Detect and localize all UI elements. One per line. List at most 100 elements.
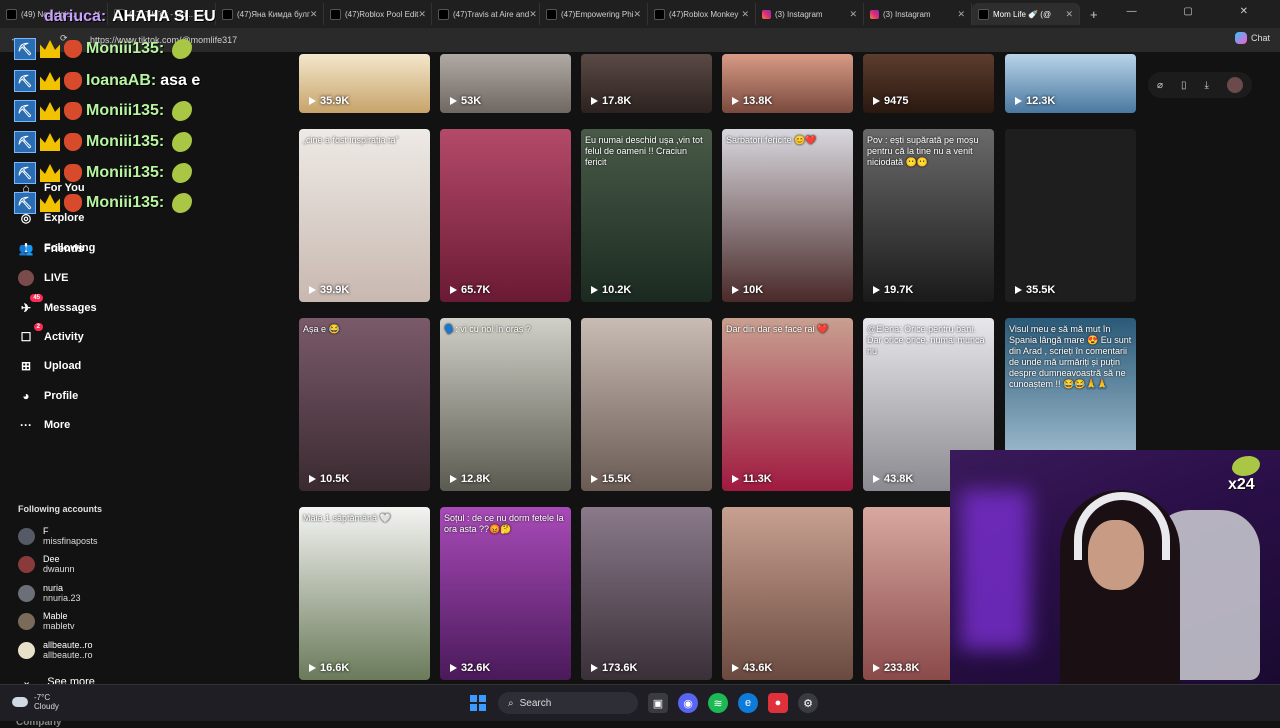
following-account[interactable]: Dee dwaunn — [18, 554, 75, 574]
view-count: 13.8K — [732, 95, 772, 107]
video-card[interactable]: 35.9K — [299, 54, 430, 113]
notification-badge: 2 — [33, 323, 43, 331]
discord-icon[interactable]: ◉ — [678, 693, 698, 713]
video-card[interactable]: Sarbatori fericite 😊❤️ 10K — [722, 129, 853, 302]
video-card[interactable]: 43.6K — [722, 507, 853, 680]
play-icon — [873, 97, 880, 105]
bug-badge-icon — [64, 72, 82, 90]
task-view-icon[interactable]: ▣ — [648, 693, 668, 713]
video-card[interactable]: Soțul : de ce nu dorm fetele la ora asta… — [440, 507, 571, 680]
video-caption: Soțul : de ce nu dorm fetele la ora asta… — [444, 513, 564, 534]
taskbar-search[interactable]: ⌕ Search — [498, 692, 638, 714]
video-card[interactable]: 13.8K — [722, 54, 853, 113]
spotify-icon[interactable]: ≋ — [708, 693, 728, 713]
browser-tab[interactable]: (3) Instagram ✕ — [756, 3, 864, 25]
video-card[interactable]: 65.7K — [440, 129, 571, 302]
browser-tab[interactable]: (47)Travis at Aire and ✕ — [432, 3, 540, 25]
browser-tab[interactable]: (3) Instagram ✕ — [864, 3, 972, 25]
windows-taskbar: -7°C Cloudy ⌕ Search ▣ ◉ ≋ e ● ⚙ — [0, 684, 1280, 721]
video-caption: Dar din dar se face rai ❤️ — [726, 324, 829, 334]
close-icon[interactable]: ✕ — [633, 9, 641, 20]
video-card[interactable]: 9475 — [863, 54, 994, 113]
instagram-icon — [870, 9, 879, 19]
browser-tab[interactable]: Mom Life 🍼 (@ ✕ — [972, 3, 1080, 25]
download-icon[interactable]: ⤓ — [1205, 80, 1209, 91]
following-account[interactable]: Mable mabletv — [18, 611, 75, 631]
video-card[interactable]: „cine a fost inspirația ta" 39.9K — [299, 129, 430, 302]
video-card[interactable]: 173.6K — [581, 507, 712, 680]
windows-start-icon[interactable] — [468, 693, 488, 713]
avatar — [18, 612, 35, 630]
video-card[interactable]: 53K — [440, 54, 571, 113]
sidebar-item-upload[interactable]: ⊞ Upload — [18, 358, 81, 374]
close-icon[interactable]: ✕ — [529, 9, 537, 20]
video-card[interactable]: Așa e 😂 10.5K — [299, 318, 430, 491]
video-card[interactable]: 🗣️: vi cu noi în oraș ? 12.8K — [440, 318, 571, 491]
view-count: 43.6K — [732, 662, 772, 674]
browser-tab[interactable]: (47)Roblox Monkey ✕ — [648, 3, 756, 25]
browser-tab[interactable]: (47)Roblox Pool Edit ✕ — [324, 3, 432, 25]
sidebar-item-profile[interactable]: ◕ Profile — [18, 388, 78, 404]
sidebar-item-friends[interactable]: 👥 Friends — [18, 241, 84, 257]
combo-counter: x24 — [1228, 456, 1260, 494]
avatar — [18, 527, 35, 545]
phone-icon[interactable]: ▯ — [1181, 80, 1187, 91]
pear-emote-icon — [172, 163, 193, 183]
crown-badge-icon — [40, 194, 60, 212]
sidebar-item-more[interactable]: ··· More — [18, 417, 70, 433]
following-account[interactable]: nuria nnuria.23 — [18, 583, 81, 603]
close-icon[interactable]: ✕ — [741, 9, 749, 20]
video-card[interactable]: Dar din dar se face rai ❤️ 11.3K — [722, 318, 853, 491]
play-icon — [732, 664, 739, 672]
stream-chat-overlay: dariuca: AHAHA SI EU ⛏ Moniii135: ⛏ IoanaAB… — [0, 0, 300, 230]
browser-tab[interactable]: (47)Empowering Phi ✕ — [540, 3, 648, 25]
view-count: 65.7K — [450, 284, 490, 296]
pickaxe-badge-icon: ⛏ — [14, 162, 36, 184]
video-card[interactable]: 17.8K — [581, 54, 712, 113]
copilot-chat-button[interactable]: Chat — [1234, 32, 1270, 44]
recording-app-icon[interactable]: ● — [768, 693, 788, 713]
video-caption: „cine a fost inspirația ta" — [303, 135, 399, 145]
video-card[interactable]: Maia 1 săptămână 🤍 16.6K — [299, 507, 430, 680]
video-card[interactable]: 12.3K — [1005, 54, 1136, 113]
live-avatar — [18, 270, 34, 286]
window-controls[interactable]: — ▢ ✕ — [1127, 6, 1270, 17]
close-icon[interactable]: ✕ — [310, 9, 318, 20]
avatar[interactable] — [1226, 77, 1243, 93]
feedback-icon[interactable]: ⌀ — [1157, 80, 1163, 91]
search-icon: ⌕ — [508, 697, 514, 709]
play-icon — [309, 286, 316, 294]
video-card[interactable]: 35.5K — [1005, 129, 1136, 302]
following-account[interactable]: Fmissfinaposts — [18, 526, 98, 546]
video-card[interactable]: 15.5K — [581, 318, 712, 491]
view-count: 12.3K — [1015, 95, 1055, 107]
sidebar-item-messages[interactable]: ✈ 45 Messages — [18, 294, 97, 316]
video-card[interactable]: Pov : ești supărată pe moșu pentru că la… — [863, 129, 994, 302]
close-icon[interactable]: ✕ — [849, 9, 857, 20]
tiktok-icon — [978, 8, 989, 20]
close-icon[interactable]: ✕ — [1065, 9, 1073, 20]
view-count: 32.6K — [450, 662, 490, 674]
chat-top-message: dariuca: AHAHA SI EU — [44, 8, 216, 25]
new-tab-button[interactable]: + — [1080, 7, 1108, 22]
play-icon — [732, 475, 739, 483]
play-icon — [873, 664, 880, 672]
close-icon[interactable]: ✕ — [957, 9, 965, 20]
view-count: 11.3K — [732, 473, 772, 485]
video-card[interactable]: Eu numai deschid ușa ,vin tot felul de o… — [581, 129, 712, 302]
edge-icon[interactable]: e — [738, 693, 758, 713]
play-icon — [873, 475, 880, 483]
chat-message: ⛏ Moniii135: — [14, 100, 193, 122]
pickaxe-badge-icon: ⛏ — [14, 192, 36, 214]
weather-widget[interactable]: -7°C Cloudy — [12, 693, 59, 711]
video-caption: 🗣️: vi cu noi în oraș ? — [444, 324, 531, 334]
sidebar-item-activity[interactable]: ☐ 2 Activity — [18, 323, 84, 345]
play-icon — [450, 664, 457, 672]
purple-light — [960, 490, 1030, 650]
settings-icon[interactable]: ⚙ — [798, 693, 818, 713]
pickaxe-badge-icon: ⛏ — [14, 131, 36, 153]
video-caption: @Elena: Orice pentru bani. Dar orice ori… — [867, 324, 985, 356]
close-icon[interactable]: ✕ — [418, 9, 426, 20]
following-account[interactable]: allbeaute..ro allbeaute..ro — [18, 640, 93, 660]
sidebar-item-live[interactable]: LIVE — [18, 270, 68, 286]
